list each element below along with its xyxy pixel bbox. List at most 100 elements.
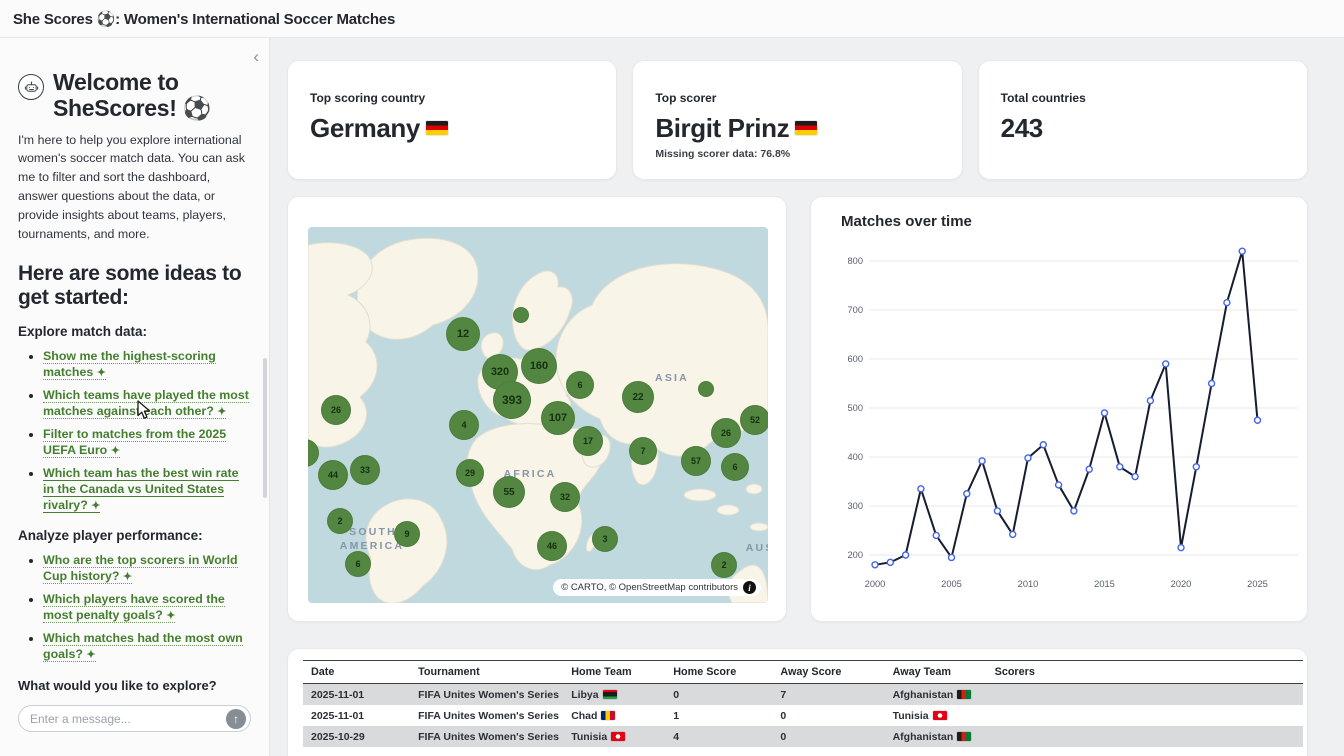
idea-sections: Explore match data: Show me the highest-s… — [18, 324, 251, 663]
data-point — [918, 486, 924, 492]
map-cluster-marker[interactable]: 33 — [350, 455, 380, 485]
ideas-heading: Here are some ideas to get started: — [18, 262, 251, 310]
map-cluster-marker[interactable]: 393 — [493, 381, 531, 419]
cell-home-team: Chad — [563, 705, 665, 726]
map-cluster-marker[interactable]: 107 — [541, 401, 575, 435]
sparkle-icon: ✦ — [123, 570, 132, 585]
idea-link[interactable]: Which teams have played the most matches… — [43, 388, 249, 419]
idea-link[interactable]: Who are the top scorers in World Cup his… — [43, 553, 238, 584]
map-cluster-marker[interactable]: 32 — [550, 482, 580, 512]
map-cluster-marker[interactable]: 46 — [537, 531, 567, 561]
assistant-title: Welcome to SheScores! ⚽ — [53, 70, 251, 122]
data-point — [1056, 482, 1062, 488]
chat-input-container: ↑ — [18, 705, 251, 732]
map-attribution: © CARTO, © OpenStreetMap contributors i — [553, 579, 761, 596]
stat-value-text: 243 — [1001, 115, 1043, 141]
chart-svg: 2003004005006007008002000200520102015202… — [811, 197, 1308, 607]
map-cluster-marker[interactable]: 7 — [629, 437, 657, 465]
sidebar-collapse-button[interactable]: ‹ — [253, 48, 259, 65]
map-cluster-marker[interactable]: 29 — [456, 459, 484, 487]
data-point — [994, 508, 1000, 514]
stat-value-text: Birgit Prinz — [655, 115, 789, 141]
map-cluster-marker[interactable] — [698, 381, 714, 397]
x-tick-label: 2015 — [1094, 579, 1115, 589]
x-tick-label: 2005 — [941, 579, 962, 589]
stat-card-label: Total countries — [1001, 91, 1285, 105]
map-region-label: AUSTRALIA — [746, 542, 768, 554]
x-tick-label: 2020 — [1171, 579, 1192, 589]
map-cluster-marker[interactable]: 55 — [493, 476, 525, 508]
stat-value-text: Germany — [310, 115, 420, 141]
x-tick-label: 2025 — [1247, 579, 1268, 589]
data-point — [1209, 381, 1215, 387]
map-cluster-marker[interactable]: 17 — [573, 426, 603, 456]
map-cluster-marker[interactable]: 9 — [394, 521, 420, 547]
map-cluster-marker[interactable]: 12 — [446, 317, 480, 351]
data-point — [933, 532, 939, 538]
table-row: 2025-10-29FIFA Unites Women's SeriesTuni… — [303, 726, 1303, 747]
cell-away-team: Tunisia — [885, 705, 987, 726]
map-cluster-marker[interactable]: 26 — [711, 418, 741, 448]
data-point — [872, 562, 878, 568]
sidebar-scrollbar[interactable] — [263, 358, 267, 498]
idea-link[interactable]: Which team has the best win rate in the … — [43, 466, 239, 514]
y-tick-label: 700 — [847, 305, 863, 315]
y-tick-label: 600 — [847, 354, 863, 364]
chat-sidebar: ‹ Welcome to SheScores! ⚽ I'm her — [0, 38, 270, 756]
stat-card-value: Germany — [310, 115, 594, 141]
map-cluster-marker[interactable]: 160 — [521, 348, 557, 384]
stat-card-value: 243 — [1001, 115, 1285, 141]
data-point — [1025, 455, 1031, 461]
map-cluster-marker[interactable]: 26 — [321, 395, 351, 425]
app-header: She Scores ⚽: Women's International Socc… — [0, 0, 1344, 38]
map-attribution-links[interactable]: © CARTO, © OpenStreetMap contributors — [561, 582, 738, 593]
map-cluster-marker[interactable]: 52 — [740, 405, 768, 435]
data-point — [1086, 466, 1092, 472]
sparkle-icon: ✦ — [91, 499, 100, 514]
idea-link[interactable]: Filter to matches from the 2025 UEFA Eur… — [43, 427, 226, 458]
data-point — [887, 559, 893, 565]
flag-icon-tn — [611, 732, 625, 741]
chat-message-input[interactable] — [30, 712, 226, 726]
data-point — [979, 458, 985, 464]
cell-date: 2025-10-29 — [303, 726, 410, 747]
map-cluster-marker[interactable]: 2 — [327, 508, 353, 534]
data-point — [1071, 508, 1077, 514]
map-cluster-marker[interactable]: 3 — [592, 526, 618, 552]
cell-away-team: Afghanistan — [885, 684, 987, 706]
map-canvas[interactable]: ASIAAFRICASOUTHAMERICAAUSTRALIA121603203… — [308, 227, 768, 603]
map-cluster-marker[interactable]: 57 — [681, 446, 711, 476]
robot-icon — [18, 74, 44, 100]
cell-home-score: 0 — [665, 684, 772, 706]
map-cluster-marker[interactable]: 6 — [721, 453, 749, 481]
cell-scorers — [987, 705, 1303, 726]
idea-item: Filter to matches from the 2025 UEFA Eur… — [43, 426, 251, 459]
sparkle-icon: ✦ — [86, 648, 95, 663]
send-arrow-icon: ↑ — [233, 712, 239, 726]
map-cluster-marker[interactable]: 6 — [566, 371, 594, 399]
idea-section-heading: Explore match data: — [18, 324, 251, 339]
map-cluster-marker[interactable]: 22 — [622, 381, 654, 413]
map-cluster-marker[interactable]: 44 — [318, 460, 348, 490]
stat-card-value: Birgit Prinz — [655, 115, 939, 141]
idea-link[interactable]: Which matches had the most own goals? ✦ — [43, 631, 243, 662]
table-header: DateTournamentHome TeamHome ScoreAway Sc… — [303, 661, 1303, 684]
data-point — [949, 554, 955, 560]
stat-card: Total countries 243 — [978, 60, 1308, 180]
column-header: Tournament — [410, 661, 563, 684]
idea-link[interactable]: Which players have scored the most penal… — [43, 592, 225, 623]
idea-link[interactable]: Show me the highest-scoring matches ✦ — [43, 349, 216, 380]
assistant-intro: I'm here to help you explore internation… — [18, 131, 251, 244]
idea-item: Which matches had the most own goals? ✦ — [43, 630, 251, 663]
map-cluster-marker[interactable] — [513, 307, 529, 323]
flag-icon-af — [957, 732, 971, 741]
data-point — [1255, 417, 1261, 423]
flag-icon-de — [795, 121, 817, 135]
map-cluster-marker[interactable]: 6 — [345, 551, 371, 577]
map-cluster-marker[interactable]: 4 — [449, 410, 479, 440]
info-icon[interactable]: i — [743, 581, 756, 594]
send-message-button[interactable]: ↑ — [226, 709, 246, 729]
idea-section-heading: Analyze player performance: — [18, 528, 251, 543]
map-cluster-marker[interactable]: 2 — [711, 552, 737, 578]
page-title: She Scores ⚽: Women's International Socc… — [13, 10, 395, 28]
